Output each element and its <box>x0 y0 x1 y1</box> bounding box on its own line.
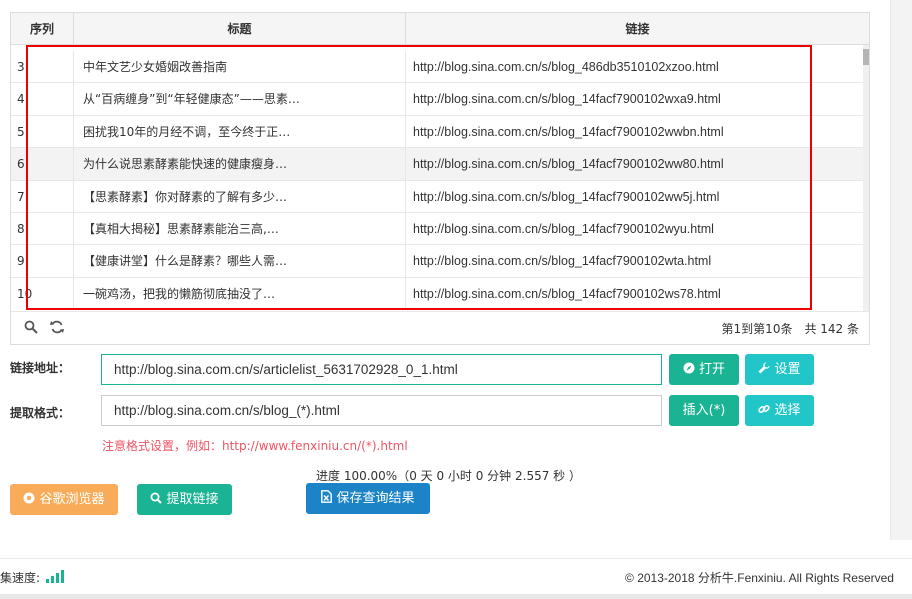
row-link[interactable]: http://blog.sina.com.cn/s/blog_14facf790… <box>406 181 863 213</box>
row-title: 【健康讲堂】什么是酵素？哪些人需… <box>74 245 406 278</box>
row-index: 5 <box>11 115 74 148</box>
header-title[interactable]: 标题 <box>74 13 406 45</box>
results-table-panel: 序列 标题 链接 3 中年文艺少女婚姻改善指南 http://blog.sina… <box>10 12 870 345</box>
table-header: 序列 标题 链接 <box>11 13 869 45</box>
chrome-browser-button-label: 谷歌浏览器 <box>39 492 105 507</box>
row-index: 9 <box>11 245 74 278</box>
format-input[interactable]: http://blog.sina.com.cn/s/blog_(*).html <box>101 395 662 426</box>
insert-button[interactable]: 插入(*) <box>669 395 739 426</box>
window-bottom-edge <box>0 594 912 599</box>
format-label: 提取格式： <box>10 406 71 420</box>
row-index: 8 <box>11 212 74 245</box>
row-index: 3 <box>11 51 74 83</box>
row-index: 10 <box>11 277 74 309</box>
refresh-icon[interactable] <box>49 320 65 336</box>
open-button[interactable]: 打开 <box>669 354 739 385</box>
extract-links-button[interactable]: 提取链接 <box>137 484 232 515</box>
row-title: 【思素酵素】你对酵素的了解有多少… <box>74 180 406 213</box>
signal-strength-icon <box>46 569 68 583</box>
header-link[interactable]: 链接 <box>406 13 869 45</box>
settings-button-label: 设置 <box>774 362 801 377</box>
row-title: 中年文艺少女婚姻改善指南 <box>74 51 406 83</box>
table-row[interactable]: 4 从“百病缠身”到“年轻健康态”——思素… http://blog.sina.… <box>11 83 863 116</box>
table-row[interactable]: 9 【健康讲堂】什么是酵素？哪些人需… http://blog.sina.com… <box>11 245 863 278</box>
row-link[interactable]: http://blog.sina.com.cn/s/blog_14facf790… <box>406 83 863 115</box>
excel-file-icon <box>321 483 333 514</box>
row-index: 6 <box>11 148 74 181</box>
table-body: 3 中年文艺少女婚姻改善指南 http://blog.sina.com.cn/s… <box>11 51 863 309</box>
pagination-info: 第1到第10条 共 142 条 <box>721 322 859 336</box>
open-button-label: 打开 <box>698 362 725 377</box>
save-results-button[interactable]: 保存查询结果 <box>306 483 430 514</box>
row-title: 一碗鸡汤，把我的懒筋彻底抽没了… <box>74 277 406 309</box>
row-title: 【真相大揭秘】思素酵素能治三高,… <box>74 212 406 245</box>
table-row[interactable]: 5 困扰我10年的月经不调，至今终于正… http://blog.sina.co… <box>11 115 863 149</box>
footer: 集速度: © 2013-2018 分析牛.Fenxiniu. All Right… <box>0 558 912 594</box>
row-title: 困扰我10年的月经不调，至今终于正… <box>74 115 406 148</box>
row-index: 4 <box>11 83 74 116</box>
select-button[interactable]: 选择 <box>745 395 814 426</box>
scrollbar-thumb[interactable] <box>863 49 869 65</box>
search-icon[interactable] <box>23 320 39 336</box>
row-title: 从“百病缠身”到“年轻健康态”——思素… <box>74 83 406 116</box>
table-row[interactable]: 6 为什么说思素酵素能快速的健康瘦身… http://blog.sina.com… <box>11 148 863 181</box>
table-scrollbar[interactable] <box>863 45 869 311</box>
save-results-button-label: 保存查询结果 <box>336 491 415 506</box>
url-input[interactable]: http://blog.sina.com.cn/s/articlelist_56… <box>101 354 662 385</box>
row-link[interactable]: http://blog.sina.com.cn/s/blog_14facf790… <box>406 148 863 180</box>
copyright: © 2013-2018 分析牛.Fenxiniu. All Rights Res… <box>625 571 894 585</box>
row-title: 为什么说思素酵素能快速的健康瘦身… <box>74 148 406 181</box>
progress-status: 进度 100.00%（0 天 0 小时 0 分钟 2.557 秒 ） <box>316 469 581 483</box>
url-label: 链接地址： <box>10 361 71 375</box>
table-row[interactable]: 3 中年文艺少女婚姻改善指南 http://blog.sina.com.cn/s… <box>11 51 863 84</box>
page-gutter <box>890 0 912 540</box>
chrome-icon <box>23 484 35 515</box>
insert-button-label: 插入(*) <box>682 403 726 418</box>
wrench-icon <box>758 354 770 385</box>
chrome-browser-button[interactable]: 谷歌浏览器 <box>10 484 118 515</box>
table-row[interactable]: 8 【真相大揭秘】思素酵素能治三高,… http://blog.sina.com… <box>11 212 863 246</box>
speed-label: 集速度: <box>0 571 41 585</box>
row-link[interactable]: http://blog.sina.com.cn/s/blog_14facf790… <box>406 213 863 245</box>
link-icon <box>758 395 771 426</box>
search-icon <box>150 484 163 515</box>
compass-icon <box>683 354 695 385</box>
row-link[interactable]: http://blog.sina.com.cn/s/blog_486db3510… <box>406 51 863 83</box>
row-link[interactable]: http://blog.sina.com.cn/s/blog_14facf790… <box>406 245 863 277</box>
format-hint: 注意格式设置，例如：http://www.fenxiniu.cn/(*).htm… <box>102 439 408 453</box>
select-button-label: 选择 <box>774 403 801 418</box>
table-row[interactable]: 10 一碗鸡汤，把我的懒筋彻底抽没了… http://blog.sina.com… <box>11 277 863 309</box>
extract-links-button-label: 提取链接 <box>166 492 219 507</box>
table-row[interactable]: 7 【思素酵素】你对酵素的了解有多少… http://blog.sina.com… <box>11 180 863 213</box>
table-toolbar: 第1到第10条 共 142 条 <box>11 311 869 345</box>
row-index: 7 <box>11 180 74 213</box>
row-link[interactable]: http://blog.sina.com.cn/s/blog_14facf790… <box>406 116 863 148</box>
row-link[interactable]: http://blog.sina.com.cn/s/blog_14facf790… <box>406 278 863 309</box>
settings-button[interactable]: 设置 <box>745 354 814 385</box>
header-index[interactable]: 序列 <box>11 13 74 45</box>
